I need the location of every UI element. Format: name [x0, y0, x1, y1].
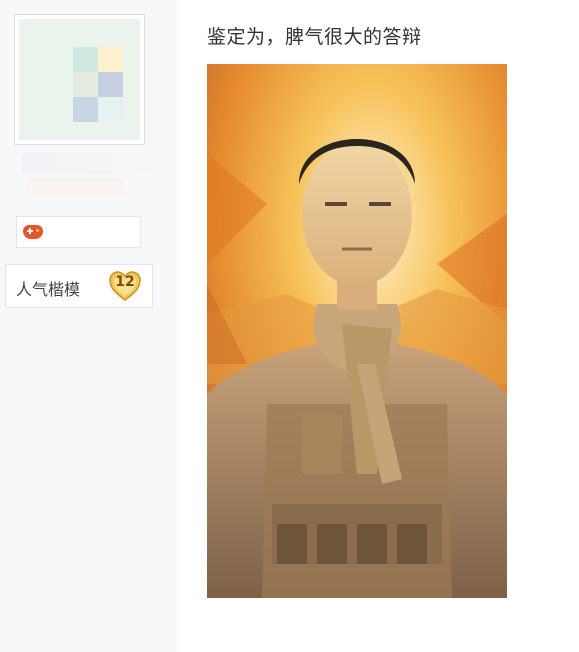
post-title: 鉴定为，脾气很大的答辩 — [207, 26, 422, 48]
avatar[interactable] — [19, 19, 140, 140]
level-number: 12 — [115, 274, 135, 290]
user-subtitle-blurred — [26, 178, 124, 196]
avatar-frame[interactable] — [14, 14, 145, 145]
portrait-photo — [207, 64, 507, 598]
member-badge[interactable] — [16, 216, 141, 248]
level-title: 人气楷模 — [16, 280, 81, 299]
user-sidebar: 人气楷模 12 — [0, 0, 177, 652]
gamepad-icon — [23, 225, 43, 239]
post-image[interactable] — [207, 64, 507, 598]
username-blurred — [22, 152, 162, 174]
user-level-badge[interactable]: 人气楷模 12 — [5, 264, 153, 308]
